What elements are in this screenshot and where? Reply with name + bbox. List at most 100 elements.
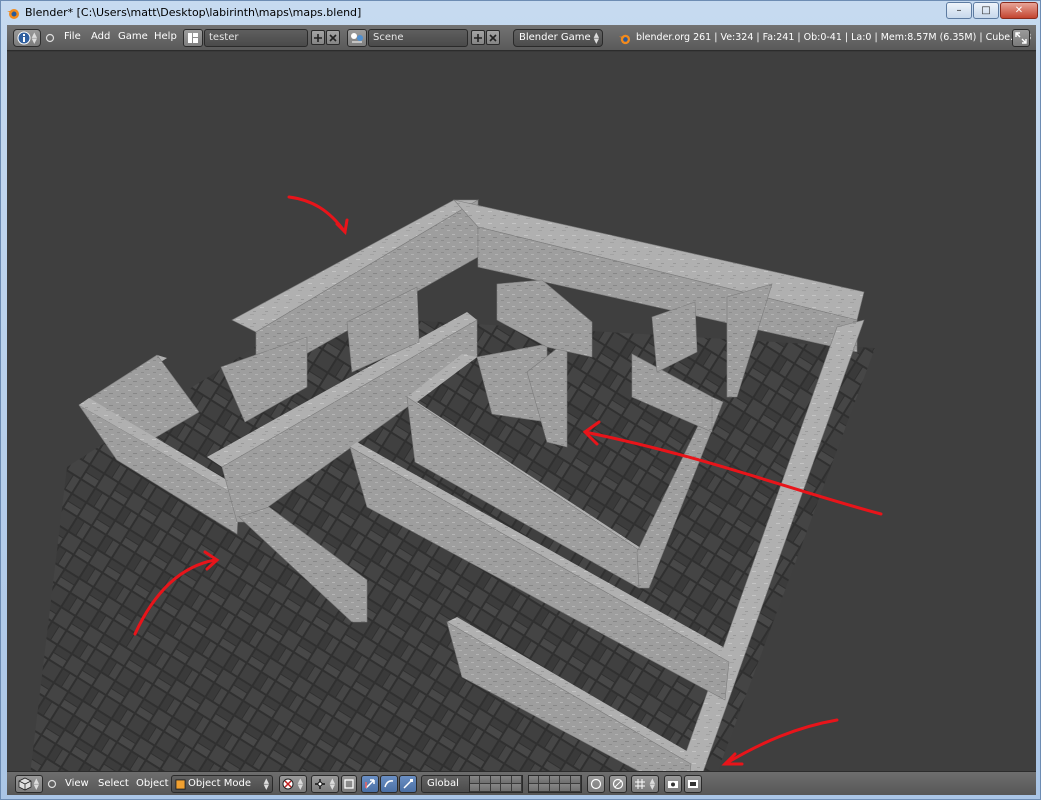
screen-layout-browse-button[interactable] bbox=[183, 29, 203, 47]
title-bar[interactable]: Blender* [C:\Users\matt\Desktop\labirint… bbox=[1, 1, 1041, 25]
menu-select[interactable]: Select bbox=[98, 778, 129, 789]
add-screen-button[interactable] bbox=[311, 30, 325, 45]
blender-client-area: ▲ ▼ File Add Game Help tester Scene Blen… bbox=[7, 25, 1036, 795]
add-icon bbox=[474, 34, 482, 42]
layer-icon[interactable] bbox=[511, 776, 522, 784]
updown-arrow-icon: ▲▼ bbox=[329, 777, 335, 791]
editor-type-button[interactable]: ▲ ▼ bbox=[13, 29, 41, 47]
layer-icon[interactable] bbox=[539, 784, 550, 792]
render-animation-button[interactable] bbox=[684, 775, 702, 793]
layer-buttons-group-2[interactable] bbox=[528, 775, 582, 793]
lock-icon bbox=[590, 778, 602, 790]
proportional-icon bbox=[612, 778, 624, 790]
window-title: Blender* [C:\Users\matt\Desktop\labirint… bbox=[25, 6, 362, 19]
layer-icon[interactable] bbox=[549, 776, 561, 784]
orientation-label: Global bbox=[427, 778, 459, 789]
menu-object[interactable]: Object bbox=[136, 778, 169, 789]
3d-view-header: ▲ ▼ View Select Object Object Mode ▲ ▼ ▲ ▼ bbox=[7, 771, 1036, 795]
translate-icon bbox=[365, 779, 375, 789]
render-engine-select[interactable]: Blender Game ▲ ▼ bbox=[513, 29, 603, 47]
render-icon bbox=[668, 781, 678, 788]
fullscreen-toggle-button[interactable] bbox=[1012, 29, 1030, 47]
blender-logo-icon bbox=[7, 9, 19, 19]
rotate-icon bbox=[384, 780, 394, 788]
layer-icon[interactable] bbox=[570, 784, 581, 792]
layer-icon[interactable] bbox=[490, 776, 502, 784]
layer-icon[interactable] bbox=[511, 784, 522, 792]
annotation-arrow bbox=[287, 195, 349, 236]
film-icon bbox=[688, 780, 698, 788]
add-icon bbox=[314, 34, 322, 42]
scene-browse-button[interactable] bbox=[347, 29, 367, 47]
menu-help[interactable]: Help bbox=[154, 31, 177, 42]
close-icon bbox=[329, 34, 337, 42]
updown-arrow-icon: ▲▼ bbox=[31, 31, 37, 45]
manipulator-icon bbox=[344, 779, 354, 789]
layer-icon[interactable] bbox=[501, 784, 512, 792]
close-icon bbox=[489, 34, 497, 42]
layer-icon[interactable] bbox=[501, 776, 512, 784]
translate-manipulator-button[interactable] bbox=[361, 775, 379, 793]
close-window-button[interactable]: ✕ bbox=[1000, 2, 1038, 19]
menu-file[interactable]: File bbox=[64, 31, 81, 42]
collapse-menus-icon[interactable] bbox=[47, 779, 57, 789]
maximize-button[interactable]: □ bbox=[973, 2, 999, 19]
3d-viewport[interactable] bbox=[7, 52, 1036, 771]
snap-element-button[interactable]: ▲ ▼ bbox=[631, 775, 659, 793]
scale-manipulator-button[interactable] bbox=[399, 775, 417, 793]
layer-icon[interactable] bbox=[480, 776, 491, 784]
updown-arrow-icon: ▲▼ bbox=[297, 777, 303, 791]
layer-icon[interactable] bbox=[560, 776, 571, 784]
minimize-button[interactable]: – bbox=[946, 2, 972, 19]
viewport-shading-button[interactable]: ▲ ▼ bbox=[279, 775, 307, 793]
info-header: ▲ ▼ File Add Game Help tester Scene Blen… bbox=[7, 25, 1036, 51]
menu-game[interactable]: Game bbox=[118, 31, 148, 42]
rotate-manipulator-button[interactable] bbox=[380, 775, 398, 793]
layer-icon[interactable] bbox=[470, 784, 481, 792]
render-engine-label: Blender Game bbox=[519, 32, 591, 43]
shading-icon bbox=[282, 778, 294, 790]
updown-arrow-icon: ▲▼ bbox=[649, 777, 655, 791]
editor-type-button[interactable]: ▲ ▼ bbox=[15, 775, 43, 793]
layer-icon[interactable] bbox=[539, 776, 550, 784]
proportional-edit-button[interactable] bbox=[609, 775, 627, 793]
mode-label: Object Mode bbox=[188, 778, 251, 789]
updown-arrow-icon: ▲▼ bbox=[593, 31, 599, 45]
layer-icon[interactable] bbox=[490, 784, 502, 792]
delete-screen-button[interactable] bbox=[326, 30, 340, 45]
layer-icon[interactable] bbox=[529, 784, 540, 792]
updown-arrow-icon: ▲▼ bbox=[33, 777, 39, 791]
lock-camera-button[interactable] bbox=[587, 775, 605, 793]
collapse-menus-icon[interactable] bbox=[45, 33, 55, 43]
render-opengl-button[interactable] bbox=[664, 775, 682, 793]
menu-add[interactable]: Add bbox=[91, 31, 110, 42]
scene-icon bbox=[351, 33, 363, 43]
layer-icon[interactable] bbox=[560, 784, 571, 792]
view3d-editor-icon bbox=[18, 777, 32, 791]
layer-icon[interactable] bbox=[480, 784, 491, 792]
layer-icon[interactable] bbox=[570, 776, 581, 784]
layer-icon[interactable] bbox=[470, 776, 481, 784]
add-scene-button[interactable] bbox=[471, 30, 485, 45]
delete-scene-button[interactable] bbox=[486, 30, 500, 45]
fullscreen-icon bbox=[1015, 32, 1027, 44]
viewport-scene[interactable] bbox=[7, 52, 1036, 771]
snap-icon bbox=[635, 779, 645, 789]
info-editor-icon bbox=[17, 31, 31, 45]
screen-layout-field[interactable]: tester bbox=[204, 29, 308, 47]
manipulator-toggle[interactable] bbox=[341, 775, 357, 793]
annotation-arrow bbox=[721, 718, 839, 766]
mode-select[interactable]: Object Mode ▲ ▼ bbox=[171, 775, 273, 793]
application-window: Blender* [C:\Users\matt\Desktop\labirint… bbox=[0, 0, 1041, 800]
screen-layout-icon bbox=[188, 33, 198, 43]
blender-logo-icon bbox=[618, 34, 631, 45]
scale-icon bbox=[403, 779, 413, 789]
object-mode-icon bbox=[175, 779, 186, 790]
layer-icon[interactable] bbox=[549, 784, 561, 792]
layer-buttons-group-1[interactable] bbox=[469, 775, 523, 793]
scene-field[interactable]: Scene bbox=[368, 29, 468, 47]
updown-arrow-icon: ▲▼ bbox=[263, 777, 269, 791]
layer-icon[interactable] bbox=[529, 776, 540, 784]
menu-view[interactable]: View bbox=[65, 778, 89, 789]
pivot-point-button[interactable]: ▲ ▼ bbox=[311, 775, 339, 793]
